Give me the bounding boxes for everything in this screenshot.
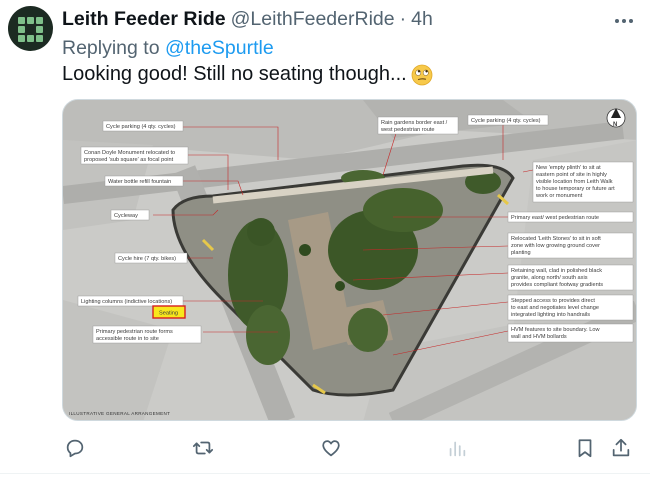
site-plan-drawing: N Cycle parking (4 qty. cycles) Conan Do… xyxy=(63,100,636,420)
more-options-button[interactable] xyxy=(612,10,636,32)
svg-text:Water bottle refill fountain: Water bottle refill fountain xyxy=(108,179,171,185)
replying-to-handle[interactable]: @theSpurtle xyxy=(165,37,274,59)
svg-text:wall and HVM bollards: wall and HVM bollards xyxy=(510,334,567,340)
svg-text:to east and negotiates level c: to east and negotiates level change xyxy=(511,305,599,311)
svg-text:Cycle hire (7 qty. bikes): Cycle hire (7 qty. bikes) xyxy=(118,256,176,262)
svg-text:Cycle parking (4 qty. cycles): Cycle parking (4 qty. cycles) xyxy=(106,124,176,130)
replying-to: Replying to @theSpurtle xyxy=(62,37,274,60)
plan-caption: ILLUSTRATIVE GENERAL ARRANGEMENT xyxy=(69,411,170,416)
svg-text:Relocated 'Leith Stones' to si: Relocated 'Leith Stones' to sit in soft xyxy=(511,236,601,242)
svg-text:Primary pedestrian route form: Primary pedestrian route forms xyxy=(96,329,173,335)
author-name[interactable]: Leith Feeder Ride xyxy=(62,8,226,31)
svg-text:proposed 'sub square' as focal: proposed 'sub square' as focal point xyxy=(84,157,174,163)
like-button[interactable] xyxy=(317,434,345,462)
label-primary-route: Primary pedestrian route forms accessibl… xyxy=(92,325,202,344)
svg-text:visible location from Leith Wa: visible location from Leith Walk xyxy=(536,179,613,185)
svg-text:accessible route in to site: accessible route in to site xyxy=(96,336,159,342)
bookmark-button[interactable] xyxy=(571,434,599,462)
svg-text:west pedestrian route: west pedestrian route xyxy=(380,127,434,133)
svg-text:New 'empty plinth' to sit at: New 'empty plinth' to sit at xyxy=(536,165,601,171)
tweet-body: Looking good! Still no seating though... xyxy=(62,63,407,85)
svg-text:planting: planting xyxy=(511,250,531,256)
views-button[interactable] xyxy=(443,434,471,462)
svg-text:Lighting columns (indictive lo: Lighting columns (indictive locations) xyxy=(81,299,172,305)
more-dot-icon xyxy=(629,19,633,23)
replying-to-prefix: Replying to xyxy=(62,37,160,59)
more-dot-icon xyxy=(615,19,619,23)
tweet-action-bar xyxy=(0,430,650,466)
avatar[interactable] xyxy=(8,6,53,51)
retweet-icon xyxy=(192,441,214,455)
label-cycle-hire: Cycle hire (7 qty. bikes) xyxy=(114,252,188,264)
svg-text:Seating: Seating xyxy=(159,311,178,317)
tweet-header: Leith Feeder Ride @LeithFeederRide · 4h xyxy=(62,8,433,32)
label-cycle-parking-right: Cycle parking (4 qty. cycles) xyxy=(467,114,549,126)
label-conan-doyle: Conan Doyle Monument relocated to propos… xyxy=(80,146,189,165)
timestamp[interactable]: 4h xyxy=(411,8,433,31)
share-button[interactable] xyxy=(607,434,635,462)
divider xyxy=(0,473,650,474)
label-water-bottle: Water bottle refill fountain xyxy=(104,175,184,187)
share-icon xyxy=(612,438,630,457)
retweet-button[interactable] xyxy=(189,434,217,462)
svg-text:Cycleway: Cycleway xyxy=(114,213,138,219)
svg-text:granite, along north/ south ax: granite, along north/ south axis xyxy=(511,275,588,281)
label-lighting-columns: Lighting columns (indictive locations) xyxy=(77,295,184,307)
label-cycleway: Cycleway xyxy=(110,209,150,221)
label-hvm-features: HVM features to site boundary. Low wall … xyxy=(507,323,634,343)
label-leith-stones: Relocated 'Leith Stones' to sit in soft … xyxy=(507,232,634,259)
tweet-image-site-plan[interactable]: N Cycle parking (4 qty. cycles) Conan Do… xyxy=(62,99,637,421)
label-stepped-access: Stepped access to provides direct to eas… xyxy=(507,294,634,321)
label-seating: Seating xyxy=(152,305,186,319)
svg-text:Conan Doyle Monument relocated: Conan Doyle Monument relocated to xyxy=(84,150,175,156)
svg-text:eastern point of site in highl: eastern point of site in highly xyxy=(536,172,607,178)
svg-text:integrated lighting into handr: integrated lighting into handrails xyxy=(511,312,590,318)
like-icon xyxy=(322,440,340,457)
tweet-text: Looking good! Still no seating though... xyxy=(62,63,433,86)
face-with-rolling-eyes-icon xyxy=(411,64,433,85)
author-handle[interactable]: @LeithFeederRide xyxy=(231,8,395,31)
svg-text:HVM features to site boundary.: HVM features to site boundary. Low xyxy=(511,327,600,333)
label-retaining-wall: Retaining wall, clad in polished black g… xyxy=(507,264,634,291)
svg-text:Primary east/ west pedestrian: Primary east/ west pedestrian route xyxy=(511,215,599,221)
svg-text:Retaining wall, clad in polish: Retaining wall, clad in polished black xyxy=(511,268,602,274)
svg-text:zone with low growing ground c: zone with low growing ground cover xyxy=(511,243,600,249)
views-icon xyxy=(449,441,466,457)
svg-text:Rain gardens border east /: Rain gardens border east / xyxy=(381,120,448,126)
bookmark-icon xyxy=(578,439,592,458)
svg-text:provides compliant footway gra: provides compliant footway gradients xyxy=(511,282,603,288)
reply-button[interactable] xyxy=(61,434,89,462)
svg-text:Stepped access to provides dir: Stepped access to provides direct xyxy=(511,298,595,304)
separator-dot: · xyxy=(399,8,407,30)
label-primary-east-west: Primary east/ west pedestrian route xyxy=(507,211,634,223)
label-empty-plinth: New 'empty plinth' to sit at eastern poi… xyxy=(532,161,634,203)
more-dot-icon xyxy=(622,19,626,23)
label-rain-gardens: Rain gardens border east / west pedestri… xyxy=(377,116,459,135)
north-label: N xyxy=(613,122,617,128)
reply-icon xyxy=(66,439,84,458)
svg-text:Cycle parking (4 qty. cycles): Cycle parking (4 qty. cycles) xyxy=(471,118,541,124)
svg-text:work or monument: work or monument xyxy=(535,193,583,199)
svg-text:to house temporary or future a: to house temporary or future art xyxy=(536,186,615,192)
label-cycle-parking-left: Cycle parking (4 qty. cycles) xyxy=(102,120,184,132)
